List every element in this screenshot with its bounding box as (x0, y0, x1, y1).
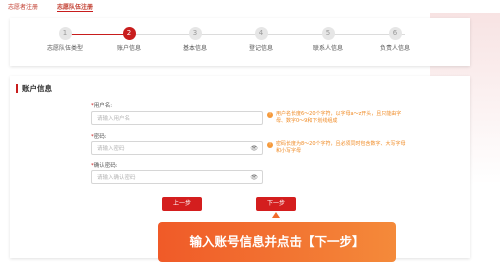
instruction-banner: 输入账号信息并点击【下一步】 (158, 222, 396, 262)
next-step-button[interactable]: 下一步 (256, 197, 296, 211)
eye-icon[interactable]: 👁 (250, 142, 258, 156)
step-number: 3 (188, 27, 202, 40)
step-4: 4 登记信息 (226, 27, 296, 52)
step-2: 2 账户信息 (94, 27, 164, 52)
step-label: 账户信息 (116, 45, 141, 52)
confirm-password-label: *确认密码: (91, 163, 118, 169)
prev-step-button[interactable]: 上一步 (162, 197, 202, 211)
step-5: 5 联系人信息 (293, 27, 363, 52)
tab-team-register[interactable]: 志愿队伍注册 (57, 2, 94, 12)
step-label: 负责人信息 (379, 45, 410, 52)
username-label: *用户名: (91, 103, 113, 109)
step-label: 志愿队伍类型 (46, 45, 83, 52)
tab-volunteer-register[interactable]: 志愿者注册 (8, 2, 38, 11)
eye-icon[interactable]: 👁 (250, 171, 258, 185)
step-number: 4 (254, 27, 268, 40)
step-label: 基本信息 (182, 45, 207, 52)
info-icon: ! (267, 142, 273, 148)
password-tip: 密码长度为8～20个字符，且必须同时包含数字、大写字母和小写字母 (276, 141, 406, 154)
callout-pointer (272, 212, 280, 218)
username-input[interactable]: 请输入用户名 (91, 111, 263, 125)
step-number: 1 (58, 27, 72, 40)
password-label: *密码: (91, 134, 107, 140)
step-3: 3 基本信息 (160, 27, 230, 52)
step-number: 2 (122, 27, 136, 40)
step-6: 6 负责人信息 (360, 27, 430, 52)
confirm-placeholder: 请输入确认密码 (97, 175, 136, 181)
top-tabs: 志愿者注册 志愿队伍注册 (0, 0, 500, 13)
section-title: 账户信息 (16, 84, 52, 93)
step-number: 5 (321, 27, 335, 40)
step-label: 登记信息 (248, 45, 273, 52)
step-number: 6 (388, 27, 402, 40)
step-label: 联系人信息 (312, 45, 343, 52)
password-input[interactable]: 请输入密码 👁 (91, 141, 263, 155)
info-icon: ! (267, 112, 273, 118)
username-tip: 用户名长度6～20个字符，以字母a～z开头，且只能由字母、数字0～9和下划线组成 (276, 111, 402, 124)
password-placeholder: 请输入密码 (97, 146, 125, 152)
registration-steps: 1 志愿队伍类型 2 账户信息 3 基本信息 4 登记信息 5 联系人信息 6 … (10, 18, 470, 66)
confirm-password-input[interactable]: 请输入确认密码 👁 (91, 170, 263, 184)
step-1: 1 志愿队伍类型 (30, 27, 100, 52)
